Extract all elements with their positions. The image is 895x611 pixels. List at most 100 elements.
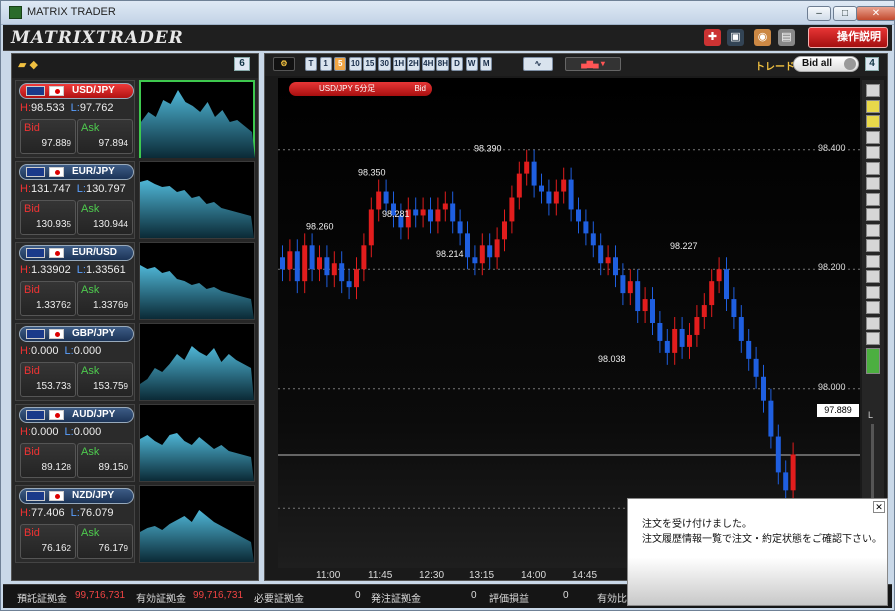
pair-card-eur-jpy[interactable]: EUR/JPY H:131.747 L:130.797 Bid 130.935 As… bbox=[15, 161, 256, 241]
fib-tool-icon[interactable] bbox=[866, 99, 880, 113]
hline-tool-icon[interactable] bbox=[866, 208, 880, 221]
ask-button[interactable]: Ask 76.179 bbox=[77, 524, 133, 559]
candle-body bbox=[294, 251, 300, 282]
timeframe-2h[interactable]: 2H bbox=[407, 57, 421, 71]
sparkline-area bbox=[140, 265, 254, 319]
sparkline-chart[interactable] bbox=[139, 323, 255, 401]
toolbox-icon[interactable]: ✚ bbox=[704, 29, 721, 46]
folder-icon[interactable]: ▰ ◆ bbox=[18, 58, 60, 72]
candlestick-chart[interactable]: 98.260 98.350 98.281 98.390 98.214 98.227 98.0… bbox=[278, 78, 860, 568]
pair-name: EUR/JPY bbox=[72, 166, 115, 177]
sparkline-chart[interactable] bbox=[139, 161, 255, 239]
bid-button[interactable]: Bid 76.162 bbox=[20, 524, 76, 559]
timeframe-d[interactable]: D bbox=[451, 57, 463, 71]
minimize-button[interactable]: – bbox=[807, 6, 831, 21]
eraser-tool-icon[interactable] bbox=[866, 316, 880, 330]
save-icon[interactable]: ▣ bbox=[727, 29, 744, 46]
candle-body bbox=[576, 209, 581, 222]
low-value: 0.000 bbox=[73, 426, 102, 438]
chart-pair-badge[interactable]: USD/JPY 5分足 Bid bbox=[289, 82, 432, 96]
pair-label[interactable]: USD/JPY bbox=[19, 83, 134, 99]
bid-button[interactable]: Bid 89.128 bbox=[20, 443, 76, 478]
timeframe-w[interactable]: W bbox=[465, 57, 478, 71]
cursor-tool-icon[interactable] bbox=[866, 161, 880, 175]
timeframe-1h[interactable]: 1H bbox=[392, 57, 406, 71]
trash-tool-icon[interactable] bbox=[866, 332, 880, 345]
timeframe-15[interactable]: 15 bbox=[363, 57, 377, 71]
bid-button[interactable]: Bid 130.935 bbox=[20, 200, 76, 235]
chart-side-label: Bid bbox=[414, 84, 426, 93]
pair-card-aud-jpy[interactable]: AUD/JPY H:0.000 L:0.000 Bid 89.128 Ask 89.1… bbox=[15, 404, 256, 484]
timeframe-10[interactable]: 10 bbox=[348, 57, 362, 71]
ask-label: Ask bbox=[81, 122, 100, 134]
ask-button[interactable]: Ask 130.944 bbox=[77, 200, 133, 235]
pair-label[interactable]: EUR/JPY bbox=[19, 164, 134, 180]
ruler-tool-icon[interactable] bbox=[866, 285, 880, 299]
trendline-tool-icon[interactable] bbox=[866, 192, 880, 206]
pair-card-nzd-jpy[interactable]: NZD/JPY H:77.406 L:76.079 Bid 76.162 Ask 76… bbox=[15, 485, 256, 565]
ask-button[interactable]: Ask 153.759 bbox=[77, 362, 133, 397]
text-tool-icon[interactable] bbox=[866, 254, 880, 268]
timeframe-30[interactable]: 30 bbox=[378, 57, 391, 71]
ask-button[interactable]: Ask 97.894 bbox=[77, 119, 133, 154]
sparkline-svg bbox=[140, 180, 254, 238]
maximize-button[interactable]: □ bbox=[833, 6, 857, 21]
channel-tool-icon[interactable] bbox=[866, 239, 880, 252]
low-value: 97.762 bbox=[79, 102, 114, 114]
chart-count: 4 bbox=[865, 57, 879, 71]
timeframe-8h[interactable]: 8H bbox=[436, 57, 450, 71]
timeframe-t[interactable]: T bbox=[305, 57, 317, 71]
bid-button[interactable]: Bid 153.733 bbox=[20, 362, 76, 397]
sparkline-chart[interactable] bbox=[139, 404, 255, 482]
status-label: 発注証拠金 bbox=[371, 594, 421, 605]
grid-tool-icon[interactable] bbox=[866, 146, 880, 159]
indicator-toggle-icon[interactable] bbox=[866, 348, 880, 374]
palette-icon[interactable]: ◉ bbox=[754, 29, 771, 46]
pitch-tool-icon[interactable] bbox=[866, 301, 880, 314]
pair-card-usd-jpy[interactable]: USD/JPY H:98.533 L:97.762 Bid 97.889 Ask 97… bbox=[15, 80, 256, 160]
pair-label[interactable]: GBP/JPY bbox=[19, 326, 134, 342]
print-icon[interactable]: ▤ bbox=[778, 29, 795, 46]
sparkline-svg bbox=[140, 510, 254, 562]
pair-label[interactable]: NZD/JPY bbox=[19, 488, 134, 504]
sparkline-chart[interactable] bbox=[139, 80, 255, 158]
price-annotation: 98.214 bbox=[436, 249, 464, 259]
list-tool-icon[interactable] bbox=[866, 270, 880, 283]
pair-card-eur-usd[interactable]: EUR/USD H:1.33902 L:1.33561 Bid 1.33762 As… bbox=[15, 242, 256, 322]
pair-card-gbp-jpy[interactable]: GBP/JPY H:0.000 L:0.000 Bid 153.733 Ask 153… bbox=[15, 323, 256, 403]
timeframe-1[interactable]: 1 bbox=[319, 57, 332, 71]
chart-settings-icon[interactable]: ⚙ bbox=[273, 57, 295, 71]
base-flag-icon bbox=[26, 248, 45, 258]
pair-label[interactable]: EUR/USD bbox=[19, 245, 134, 261]
pen-tool-icon[interactable] bbox=[866, 177, 880, 190]
popup-close-icon[interactable]: ✕ bbox=[873, 501, 885, 513]
arrow-tool-icon[interactable] bbox=[866, 115, 880, 128]
bid-button[interactable]: Bid 1.33762 bbox=[20, 281, 76, 316]
timeframe-5[interactable]: 5 bbox=[334, 57, 347, 71]
line-chart-toggle[interactable]: ∿ bbox=[523, 57, 553, 71]
timeframe-4h[interactable]: 4H bbox=[421, 57, 435, 71]
status-value: 0 bbox=[563, 590, 569, 601]
sparkline-area bbox=[140, 346, 254, 400]
sparkline-chart[interactable] bbox=[139, 485, 255, 563]
candle-body bbox=[664, 340, 670, 353]
bid-button[interactable]: Bid 97.889 bbox=[20, 119, 76, 154]
high-prefix: H: bbox=[20, 102, 31, 114]
bid-label: Bid bbox=[24, 446, 40, 458]
base-flag-icon bbox=[26, 86, 45, 96]
sparkline-chart[interactable] bbox=[139, 242, 255, 320]
line-tool-icon[interactable] bbox=[866, 84, 880, 97]
close-button[interactable]: ✕ bbox=[856, 6, 895, 21]
bell-tool-icon[interactable] bbox=[866, 130, 880, 144]
ask-button[interactable]: Ask 89.150 bbox=[77, 443, 133, 478]
status-label: 必要証拠金 bbox=[254, 594, 304, 605]
chart-type-select[interactable]: ▄▆▄ ▾ bbox=[565, 57, 621, 71]
timeframe-m[interactable]: M bbox=[480, 57, 493, 71]
pair-label[interactable]: AUD/JPY bbox=[19, 407, 134, 423]
ask-button[interactable]: Ask 1.33769 bbox=[77, 281, 133, 316]
high-prefix: H: bbox=[20, 183, 31, 195]
price-annotation: 98.038 bbox=[598, 354, 626, 364]
bid-all-toggle[interactable]: Bid all bbox=[793, 56, 859, 72]
vline-tool-icon[interactable] bbox=[866, 223, 880, 237]
help-button[interactable]: 操作説明 bbox=[808, 27, 888, 48]
